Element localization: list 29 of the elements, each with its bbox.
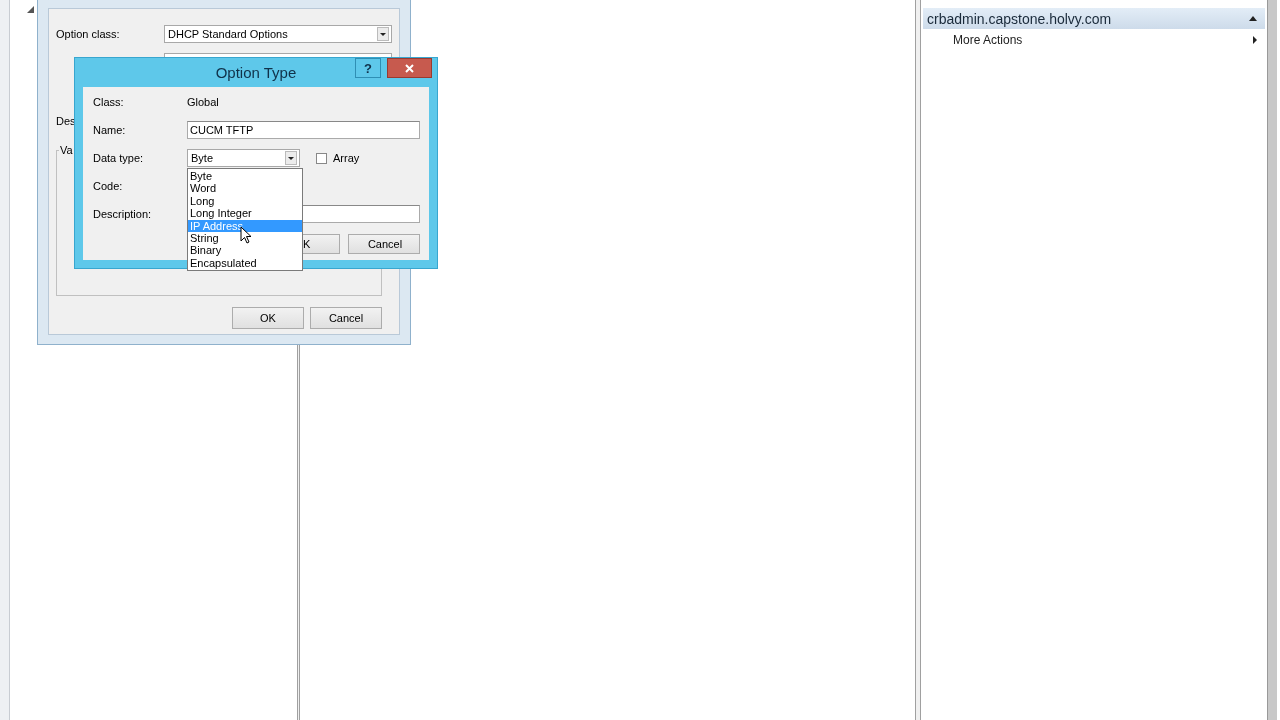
collapse-triangle-icon[interactable] [1249, 16, 1257, 21]
dialog-button[interactable]: Cancel [348, 234, 420, 254]
field-label: Code: [93, 180, 124, 192]
dialog-button[interactable]: Cancel [310, 307, 382, 329]
dropdown-field[interactable]: DHCP Standard Options [164, 24, 392, 43]
field-label: Name: [93, 124, 127, 136]
dialog-button[interactable]: OK [232, 307, 304, 329]
collapse-triangle-icon[interactable] [27, 6, 34, 13]
field-label: Class: [93, 96, 125, 108]
dialog-button[interactable]: K [300, 234, 340, 254]
close-icon [405, 63, 414, 73]
group-label: Va [59, 144, 74, 156]
field-label: Des [56, 115, 77, 127]
name-field[interactable]: CUCM TFTP [187, 121, 420, 139]
field-label: Description: [93, 208, 153, 220]
array-checkbox[interactable] [316, 152, 327, 164]
help-button[interactable]: ? [355, 58, 381, 78]
window-title: Option Type [215, 64, 297, 81]
checkbox-label: Array [333, 152, 360, 164]
scrollbar[interactable] [1267, 0, 1277, 720]
submenu-arrow-icon [1253, 36, 1257, 44]
data-type-dropdown[interactable]: Byte [187, 149, 300, 167]
action-item[interactable]: More Actions [923, 29, 1265, 51]
actions-header[interactable]: crbadmin.capstone.holvy.com [923, 8, 1265, 29]
server-name: crbadmin.capstone.holvy.com [927, 10, 1112, 27]
class-value: Global [187, 96, 220, 108]
field-label: Option class: [56, 27, 121, 40]
close-button[interactable] [387, 58, 432, 78]
field-label: Data type: [93, 152, 145, 164]
